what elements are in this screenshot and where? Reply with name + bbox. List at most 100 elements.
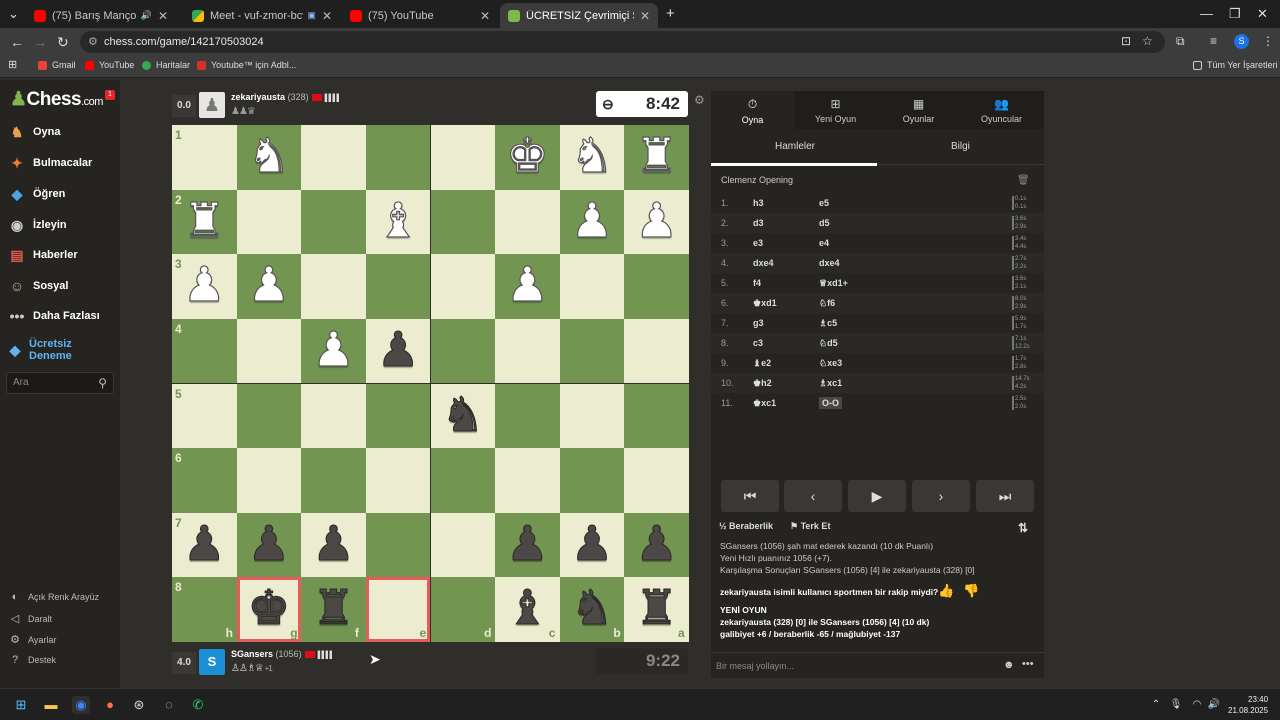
bookmark-maps[interactable]: Haritalar — [142, 60, 190, 70]
black-move[interactable]: dxe4 — [819, 258, 840, 268]
speaker-icon[interactable]: 🔊 — [141, 10, 152, 21]
apps-icon[interactable]: ⊞ — [8, 58, 17, 71]
first-move-button[interactable]: ⏮ — [721, 480, 779, 512]
bottom-player-avatar[interactable]: S — [199, 649, 225, 675]
board-square[interactable] — [559, 383, 625, 449]
browser-tab-1[interactable]: (75) Barış Manço - Gülpembe 🔊 ✕ — [26, 3, 176, 28]
white-piece[interactable]: ♜ — [624, 125, 689, 190]
board-square[interactable] — [495, 383, 560, 449]
file-explorer-icon[interactable]: ▬ — [42, 696, 60, 714]
search-icon[interactable]: ⚲ — [98, 373, 107, 393]
play-button[interactable]: ▶ — [848, 480, 906, 512]
close-tab-icon[interactable]: ✕ — [640, 9, 650, 23]
black-piece[interactable]: ♞ — [560, 577, 625, 642]
close-tab-icon[interactable]: ✕ — [480, 9, 490, 23]
sidebar-collapse[interactable]: ◁ Daralt — [8, 612, 52, 625]
sidebar-item-news[interactable]: ▤ Haberler — [8, 244, 77, 266]
black-move[interactable]: O-O — [819, 397, 842, 409]
black-move[interactable]: e4 — [819, 238, 829, 248]
windows-start-icon[interactable]: ⊞ — [12, 696, 30, 714]
last-move-button[interactable]: ⏭ — [976, 480, 1034, 512]
board-square[interactable] — [301, 254, 366, 319]
black-piece[interactable]: ♜ — [301, 577, 366, 642]
top-player-name[interactable]: zekariyausta (328) ▌▌▌▌ — [231, 92, 341, 102]
board-square[interactable] — [430, 189, 496, 255]
firefox-icon[interactable]: ● — [101, 696, 119, 714]
close-tab-icon[interactable]: ✕ — [158, 9, 168, 23]
sidebar-item-watch[interactable]: ◉ İzleyin — [8, 214, 67, 236]
black-piece[interactable]: ♟ — [237, 513, 302, 578]
back-icon[interactable]: ← — [10, 34, 24, 50]
black-move[interactable]: ♗c5 — [819, 318, 837, 329]
white-move[interactable]: ♝e2 — [753, 358, 771, 369]
white-move[interactable]: ♚xd1 — [753, 298, 777, 309]
black-piece[interactable]: ♟ — [172, 513, 237, 578]
panel-tab-0[interactable]: ⏱ Oyna — [711, 91, 794, 129]
board-square[interactable] — [236, 189, 302, 255]
white-move[interactable]: ♚xc1 — [753, 398, 776, 409]
tray-chevron-icon[interactable]: ⌃ — [1147, 696, 1165, 714]
board-square[interactable] — [559, 254, 625, 319]
black-piece[interactable]: ♟ — [495, 513, 560, 578]
whatsapp-icon[interactable]: ✆ — [189, 696, 207, 714]
sidebar-item-play[interactable]: ♞ Oyna — [8, 121, 61, 143]
black-piece[interactable]: ♟ — [366, 319, 431, 384]
thumbs-down-icon[interactable]: 👎 — [963, 583, 979, 599]
board-square[interactable] — [365, 125, 431, 190]
emoji-icon[interactable]: ☻ — [1003, 659, 1015, 671]
sidebar-item-learn[interactable]: ◆ Öğren — [8, 183, 66, 205]
white-move[interactable]: c3 — [753, 338, 763, 348]
chess-board[interactable]: 1 2 3 4 5 6 7 8 h g f e d c b a ♞ ♚ ♞ ♜ ♜ ♝ ♟ ♟ ♟ ♟ ♟ ♟ ♟ ♞ ♟ ♟ ♟ ♟ ♟ ♟ ♚ ♜ ♝ ♞… — [172, 125, 689, 642]
bookmark-youtube[interactable]: YouTube — [85, 60, 134, 70]
white-move[interactable]: f4 — [753, 278, 761, 288]
top-player-avatar[interactable]: ♟ — [199, 92, 225, 118]
black-piece[interactable]: ♟ — [301, 513, 366, 578]
white-piece[interactable]: ♟ — [560, 190, 625, 255]
address-bar[interactable]: ⚙ chess.com/game/142170503024 — [80, 31, 1165, 53]
notification-badge[interactable]: 1 — [105, 90, 115, 100]
all-bookmarks[interactable]: Tüm Yer İşaretleri — [1193, 60, 1278, 70]
white-move[interactable]: dxe4 — [753, 258, 774, 268]
prev-move-button[interactable]: ‹ — [784, 480, 842, 512]
bookmark-gmail[interactable]: Gmail — [38, 60, 76, 70]
browser-tab-3[interactable]: (75) YouTube ✕ — [342, 3, 498, 28]
board-square[interactable] — [624, 318, 689, 384]
white-piece[interactable]: ♚ — [495, 125, 560, 190]
trash-icon[interactable]: 🗑 — [1017, 175, 1030, 186]
draw-button[interactable]: ½ Beraberlik — [719, 521, 773, 531]
black-piece[interactable]: ♟ — [560, 513, 625, 578]
tab-info[interactable]: Bilgi — [951, 141, 970, 152]
install-app-icon[interactable]: ⊡ — [1121, 34, 1131, 48]
white-piece[interactable]: ♟ — [624, 190, 689, 255]
panel-tab-1[interactable]: ⊞ Yeni Oyun — [794, 91, 877, 129]
sidebar-support[interactable]: ? Destek — [8, 654, 56, 666]
panel-tab-2[interactable]: ▦ Oyunlar — [877, 91, 960, 129]
white-move[interactable]: h3 — [753, 198, 764, 208]
white-piece[interactable]: ♝ — [366, 190, 431, 255]
sidebar-item-premium[interactable]: ◆ Ücretsiz Deneme — [8, 336, 98, 364]
white-piece[interactable]: ♟ — [172, 254, 237, 319]
board-square[interactable] — [430, 125, 496, 190]
sidebar-light-mode[interactable]: ◐ Açık Renk Arayüz — [8, 591, 99, 603]
menu-icon[interactable]: ⋮ — [1262, 34, 1274, 48]
board-square[interactable] — [495, 189, 560, 255]
reading-list-icon[interactable]: ≡ — [1210, 34, 1217, 48]
board-square[interactable] — [624, 254, 689, 319]
board-square[interactable] — [430, 512, 496, 578]
white-move[interactable]: d3 — [753, 218, 764, 228]
panel-tab-3[interactable]: 👥 Oyuncular — [960, 91, 1043, 129]
bottom-player-name[interactable]: SGansers (1056) ▌▌▌▌ — [231, 649, 334, 659]
black-move[interactable]: ♘d5 — [819, 338, 838, 349]
sidebar-settings[interactable]: ⚙ Ayarlar — [8, 633, 56, 646]
white-piece[interactable]: ♞ — [237, 125, 302, 190]
white-piece[interactable]: ♟ — [237, 254, 302, 319]
black-move[interactable]: ♘f6 — [819, 298, 835, 309]
board-square[interactable] — [559, 318, 625, 384]
black-move[interactable]: d5 — [819, 218, 830, 228]
board-square[interactable] — [301, 383, 366, 449]
white-move[interactable]: g3 — [753, 318, 764, 328]
black-move[interactable]: ♕xd1+ — [819, 278, 848, 289]
microphone-icon[interactable]: 🎙 — [1167, 696, 1185, 714]
wifi-icon[interactable]: ◠ — [1188, 696, 1206, 714]
restore-icon[interactable]: ❐ — [1229, 6, 1241, 22]
